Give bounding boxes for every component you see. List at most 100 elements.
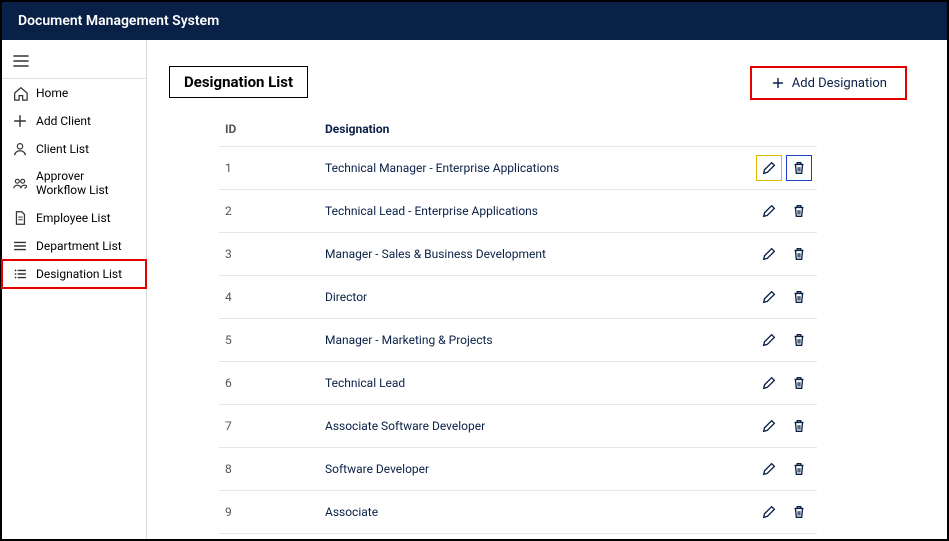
trash-icon xyxy=(791,332,807,348)
cell-id: 10 xyxy=(219,534,319,540)
sidebar-item-client-list[interactable]: Client List xyxy=(2,135,146,163)
cell-id: 4 xyxy=(219,276,319,319)
cell-designation: Manager - Sales & Business Development xyxy=(319,233,743,276)
edit-button[interactable] xyxy=(757,199,781,223)
cell-designation: Director xyxy=(319,276,743,319)
top-bar: Document Management System xyxy=(2,2,947,40)
cell-designation: Software Developer xyxy=(319,448,743,491)
table-row: 6Technical Lead xyxy=(219,362,817,405)
pencil-icon xyxy=(761,418,777,434)
page-title: Designation List xyxy=(169,66,308,98)
delete-button[interactable] xyxy=(787,414,811,438)
cell-designation: Technical Lead - Enterprise Applications xyxy=(319,190,743,233)
col-header-designation: Designation xyxy=(319,114,743,147)
sidebar: Home Add Client Client List Approver Workfl… xyxy=(2,40,147,539)
table-row: 9Associate xyxy=(219,491,817,534)
sidebar-item-label: Employee List xyxy=(36,211,111,225)
list-bullet-icon xyxy=(12,266,28,282)
sidebar-item-employee-list[interactable]: Employee List xyxy=(2,204,146,232)
list-lines-icon xyxy=(12,238,28,254)
trash-icon xyxy=(791,289,807,305)
trash-icon xyxy=(791,203,807,219)
trash-icon xyxy=(791,461,807,477)
cell-designation: Technical Manager - Enterprise Applicati… xyxy=(319,147,743,190)
trash-icon xyxy=(791,418,807,434)
sidebar-item-label: Designation List xyxy=(36,267,122,281)
shell: Home Add Client Client List Approver Workfl… xyxy=(2,40,947,539)
pencil-icon xyxy=(761,246,777,262)
cell-id: 2 xyxy=(219,190,319,233)
cell-id: 3 xyxy=(219,233,319,276)
cell-id: 8 xyxy=(219,448,319,491)
edit-button[interactable] xyxy=(757,457,781,481)
trash-icon xyxy=(791,375,807,391)
pencil-icon xyxy=(761,332,777,348)
delete-button[interactable] xyxy=(787,285,811,309)
edit-button[interactable] xyxy=(757,156,781,180)
cell-id: 6 xyxy=(219,362,319,405)
sidebar-item-label: Client List xyxy=(36,142,89,156)
cell-designation: Principal Consultant xyxy=(319,534,743,540)
cell-id: 5 xyxy=(219,319,319,362)
trash-icon xyxy=(791,246,807,262)
person-icon xyxy=(12,141,28,157)
add-designation-button[interactable]: Add Designation xyxy=(750,66,907,100)
table-row: 7Associate Software Developer xyxy=(219,405,817,448)
sidebar-item-home[interactable]: Home xyxy=(2,79,146,107)
sidebar-item-add-client[interactable]: Add Client xyxy=(2,107,146,135)
menu-toggle[interactable] xyxy=(2,46,146,79)
designation-table: ID Designation 1Technical Manager - Ente… xyxy=(219,114,817,539)
table-row: 3Manager - Sales & Business Development xyxy=(219,233,817,276)
cell-id: 7 xyxy=(219,405,319,448)
sidebar-item-label: Approver Workflow List xyxy=(36,169,136,198)
trash-icon xyxy=(791,504,807,520)
sidebar-item-label: Department List xyxy=(36,239,122,253)
sidebar-item-label: Home xyxy=(36,86,68,100)
trash-icon xyxy=(791,160,807,176)
table-row: 8Software Developer xyxy=(219,448,817,491)
app-title: Document Management System xyxy=(18,13,219,29)
delete-button[interactable] xyxy=(787,500,811,524)
delete-button[interactable] xyxy=(787,156,811,180)
col-header-id: ID xyxy=(219,114,319,147)
edit-button[interactable] xyxy=(757,500,781,524)
pencil-icon xyxy=(761,504,777,520)
edit-button[interactable] xyxy=(757,285,781,309)
sidebar-item-approver-workflow-list[interactable]: Approver Workflow List xyxy=(2,163,146,204)
edit-button[interactable] xyxy=(757,371,781,395)
content-header: Designation List Add Designation xyxy=(169,66,907,100)
sidebar-item-designation-list[interactable]: Designation List xyxy=(2,260,146,288)
cell-designation: Technical Lead xyxy=(319,362,743,405)
content: Designation List Add Designation ID Desi… xyxy=(147,40,947,539)
menu-icon xyxy=(12,52,30,70)
people-icon xyxy=(12,175,28,191)
table-row: 2Technical Lead - Enterprise Application… xyxy=(219,190,817,233)
add-designation-label: Add Designation xyxy=(792,76,887,91)
cell-id: 1 xyxy=(219,147,319,190)
sidebar-item-label: Add Client xyxy=(36,114,91,128)
pencil-icon xyxy=(761,461,777,477)
table-row: 1Technical Manager - Enterprise Applicat… xyxy=(219,147,817,190)
table-scroll[interactable]: ID Designation 1Technical Manager - Ente… xyxy=(219,114,817,539)
sidebar-item-department-list[interactable]: Department List xyxy=(2,232,146,260)
delete-button[interactable] xyxy=(787,457,811,481)
edit-button[interactable] xyxy=(757,242,781,266)
delete-button[interactable] xyxy=(787,242,811,266)
plus-icon xyxy=(770,75,786,91)
delete-button[interactable] xyxy=(787,199,811,223)
cell-id: 9 xyxy=(219,491,319,534)
plus-icon xyxy=(12,113,28,129)
doc-icon xyxy=(12,210,28,226)
cell-designation: Associate Software Developer xyxy=(319,405,743,448)
home-icon xyxy=(12,85,28,101)
edit-button[interactable] xyxy=(757,328,781,352)
table-row: 5Manager - Marketing & Projects xyxy=(219,319,817,362)
edit-button[interactable] xyxy=(757,414,781,438)
pencil-icon xyxy=(761,375,777,391)
delete-button[interactable] xyxy=(787,328,811,352)
cell-designation: Manager - Marketing & Projects xyxy=(319,319,743,362)
pencil-icon xyxy=(761,289,777,305)
delete-button[interactable] xyxy=(787,371,811,395)
table-row: 10Principal Consultant xyxy=(219,534,817,540)
pencil-icon xyxy=(761,160,777,176)
